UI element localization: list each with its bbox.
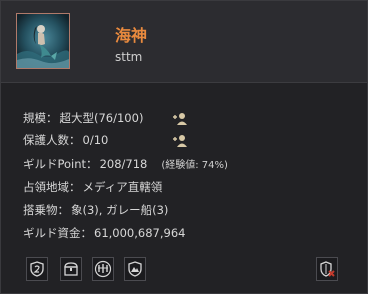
funds-value: 61,000,687,964 [94,226,186,240]
mounts-value: 象(3), ガレー船(3) [71,203,169,217]
guild-header: 海神 sttm [1,1,367,82]
leave-guild-icon [320,261,335,277]
add-protected-member-icon[interactable] [172,134,188,148]
guild-points-row: ギルドPoint： 208/718 (経験値: 74%) [23,155,228,173]
header-divider [1,82,367,83]
guild-crest-icon [94,260,112,278]
points-label: ギルドPoint： [23,157,98,171]
guild-rank-button[interactable] [26,257,48,281]
castle-shield-icon [128,261,142,277]
mounts-label: 搭乗物： [23,203,69,217]
guild-master-name: sttm [115,50,143,64]
add-member-icon[interactable] [172,112,188,126]
guild-emblem [16,13,70,69]
guild-crest-button[interactable] [92,257,114,281]
scale-label: 規模： [23,111,58,125]
guild-info-panel: 海神 sttm 規模： 超大型(76/100) 保護人数： 0/10 ギルドPoin… [0,0,368,294]
shield-number-icon [30,261,44,277]
territory-row: 占領地域： メディア直轄領 [23,178,162,196]
mermaid-emblem-icon [17,14,69,68]
guild-name: 海神 [115,26,148,45]
protected-value: 0/10 [82,133,109,147]
points-value: 208/718 [99,157,148,171]
funds-row: ギルド資金： 61,000,687,964 [23,224,185,242]
scale-value: 超大型(76/100) [59,111,144,125]
protected-row: 保護人数： 0/10 [23,131,108,149]
protected-label: 保護人数： [23,133,81,147]
territory-button[interactable] [124,257,146,281]
points-exp: (経験値: 74%) [161,160,228,171]
scale-row: 規模： 超大型(76/100) [23,109,143,127]
chest-icon [64,262,78,276]
mounts-row: 搭乗物： 象(3), ガレー船(3) [23,201,168,219]
territory-value: メディア直轄領 [82,180,163,194]
guild-storage-button[interactable] [60,257,82,281]
leave-guild-button[interactable] [316,257,338,281]
funds-label: ギルド資金： [23,226,92,240]
territory-label: 占領地域： [23,180,81,194]
